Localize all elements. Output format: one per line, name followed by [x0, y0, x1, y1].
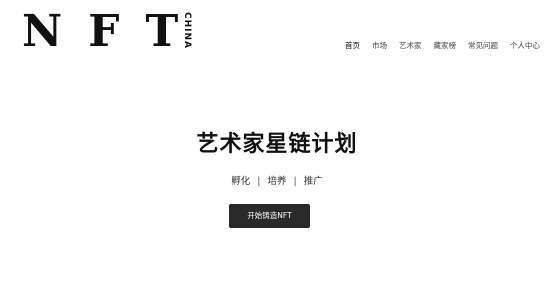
nav-item-market[interactable]: 市场 [366, 40, 393, 52]
tag-incubate: 孵化 [231, 176, 251, 187]
logo-subtitle: CHINA [182, 12, 193, 49]
page: NFT CHINA 首页 市场 艺术家 藏家榜 常见问题 个人中心 艺术家星链计… [0, 0, 554, 300]
main-nav: 首页 市场 艺术家 藏家榜 常见问题 个人中心 [339, 40, 546, 52]
nft-china-logo[interactable]: NFT CHINA [22, 10, 193, 56]
nav-item-home[interactable]: 首页 [339, 40, 366, 52]
start-minting-button[interactable]: 开始铸造NFT [229, 204, 310, 228]
tag-separator: | [257, 176, 261, 187]
nav-item-faq[interactable]: 常见问题 [462, 40, 504, 52]
nav-item-collector-ranking[interactable]: 藏家榜 [428, 40, 463, 52]
nav-item-personal-center[interactable]: 个人中心 [504, 40, 546, 52]
logo-letters: NFT [22, 6, 205, 57]
hero-tags: 孵化 | 培养 | 推广 [0, 175, 554, 189]
tag-separator: | [293, 176, 297, 187]
nav-item-artists[interactable]: 艺术家 [393, 40, 428, 52]
site-header: NFT CHINA 首页 市场 艺术家 藏家榜 常见问题 个人中心 [0, 0, 554, 64]
tag-cultivate: 培养 [267, 176, 287, 187]
tag-promote: 推广 [303, 176, 323, 187]
hero-title: 艺术家星链计划 [196, 131, 358, 157]
